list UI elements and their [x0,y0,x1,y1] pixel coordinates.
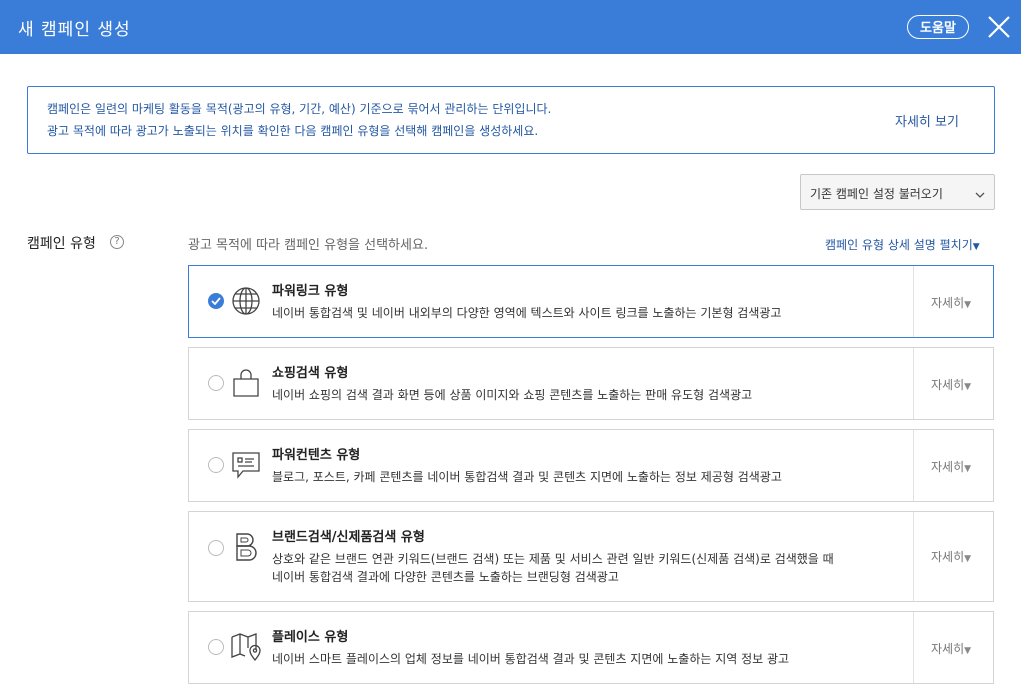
campaign-type-option-brandsearch[interactable]: 브랜드검색/신제품검색 유형 상호와 같은 브랜드 연관 키워드(브랜드 검색)… [188,511,994,602]
close-icon[interactable] [986,14,1012,40]
option-desc: 네이버 스마트 플레이스의 업체 정보를 네이버 통합검색 결과 및 콘텐츠 지… [272,652,790,666]
info-more-link[interactable]: 자세히 보기 [895,111,959,130]
more-label: 자세히 [931,296,965,310]
info-text-line2: 광고 목적에 따라 광고가 노출되는 위치를 확인한 다음 캠페인 유형을 선택… [47,124,539,138]
radio-unselected[interactable] [208,540,224,556]
modal-title: 새 캠페인 생성 [18,20,131,40]
option-desc: 블로그, 포스트, 카페 콘텐츠를 네이버 통합검색 결과 및 콘텐츠 지면에 … [272,470,782,484]
campaign-type-option-powercontents[interactable]: 파워컨텐츠 유형 블로그, 포스트, 카페 콘텐츠를 네이버 통합검색 결과 및… [188,429,994,502]
map-pin-icon [231,632,261,662]
option-name: 플레이스 유형 [272,630,349,645]
caret-down-icon: ▼ [964,300,972,310]
divider [913,612,914,683]
option-desc: 네이버 쇼핑의 검색 결과 화면 등에 상품 이미지와 쇼핑 콘텐츠를 노출하는… [272,388,753,402]
campaign-type-detail-link[interactable]: 캠페인 유형 상세 설명 펼치기▼ [825,236,980,253]
chevron-down-icon [975,188,985,202]
more-label: 자세히 [931,642,965,656]
option-name: 파워링크 유형 [272,284,349,299]
brand-b-icon [231,532,261,562]
radio-selected[interactable] [208,293,224,309]
caret-down-icon: ▼ [972,242,980,252]
globe-icon [231,286,261,316]
campaign-type-option-shopping[interactable]: 쇼핑검색 유형 네이버 쇼핑의 검색 결과 화면 등에 상품 이미지와 쇼핑 콘… [188,347,994,420]
divider [913,348,914,419]
caret-down-icon: ▼ [964,554,972,564]
option-name: 쇼핑검색 유형 [272,366,349,381]
campaign-type-label: 캠페인 유형 [27,236,96,252]
caret-down-icon: ▼ [964,464,972,474]
shopping-bag-icon [231,368,261,398]
option-more-toggle[interactable]: 자세히▼ [931,548,971,565]
option-desc-line1: 상호와 같은 브랜드 연관 키워드(브랜드 검색) 또는 제품 및 서비스 관련… [272,552,834,566]
question-icon[interactable]: ? [110,235,124,249]
divider [913,512,914,601]
caret-down-icon: ▼ [964,646,972,656]
radio-unselected[interactable] [208,639,224,655]
divider [913,430,914,501]
load-settings-label: 기존 캠페인 설정 불러오기 [810,187,943,201]
campaign-type-option-place[interactable]: 플레이스 유형 네이버 스마트 플레이스의 업체 정보를 네이버 통합검색 결과… [188,611,994,684]
option-name: 브랜드검색/신제품검색 유형 [272,530,425,545]
info-text-line1: 캠페인은 일련의 마케팅 활동을 목적(광고의 유형, 기간, 예산) 기준으로… [47,102,552,116]
option-more-toggle[interactable]: 자세히▼ [931,458,971,475]
option-desc: 네이버 통합검색 및 네이버 내외부의 다양한 영역에 텍스트와 사이트 링크를… [272,306,782,320]
more-label: 자세히 [931,550,965,564]
option-more-toggle[interactable]: 자세히▼ [931,294,971,311]
option-more-toggle[interactable]: 자세히▼ [931,640,971,657]
campaign-type-option-powerlink[interactable]: 파워링크 유형 네이버 통합검색 및 네이버 내외부의 다양한 영역에 텍스트와… [188,265,994,338]
load-settings-dropdown[interactable]: 기존 캠페인 설정 불러오기 [800,174,995,210]
option-desc-line2: 네이버 통합검색 결과에 다양한 콘텐츠를 노출하는 브랜딩형 검색광고 [272,570,619,584]
option-more-toggle[interactable]: 자세히▼ [931,376,971,393]
caret-down-icon: ▼ [964,382,972,392]
radio-unselected[interactable] [208,457,224,473]
info-box: 캠페인은 일련의 마케팅 활동을 목적(광고의 유형, 기간, 예산) 기준으로… [27,86,995,154]
divider [913,266,914,337]
option-name: 파워컨텐츠 유형 [272,448,361,463]
campaign-type-guide: 광고 목적에 따라 캠페인 유형을 선택하세요. [188,238,429,253]
help-button[interactable]: 도움말 [907,15,969,39]
more-label: 자세히 [931,378,965,392]
radio-unselected[interactable] [208,375,224,391]
speech-bubble-icon [231,450,261,480]
detail-link-label: 캠페인 유형 상세 설명 펼치기 [825,238,973,252]
more-label: 자세히 [931,460,965,474]
modal-header: 새 캠페인 생성 도움말 [0,0,1021,54]
